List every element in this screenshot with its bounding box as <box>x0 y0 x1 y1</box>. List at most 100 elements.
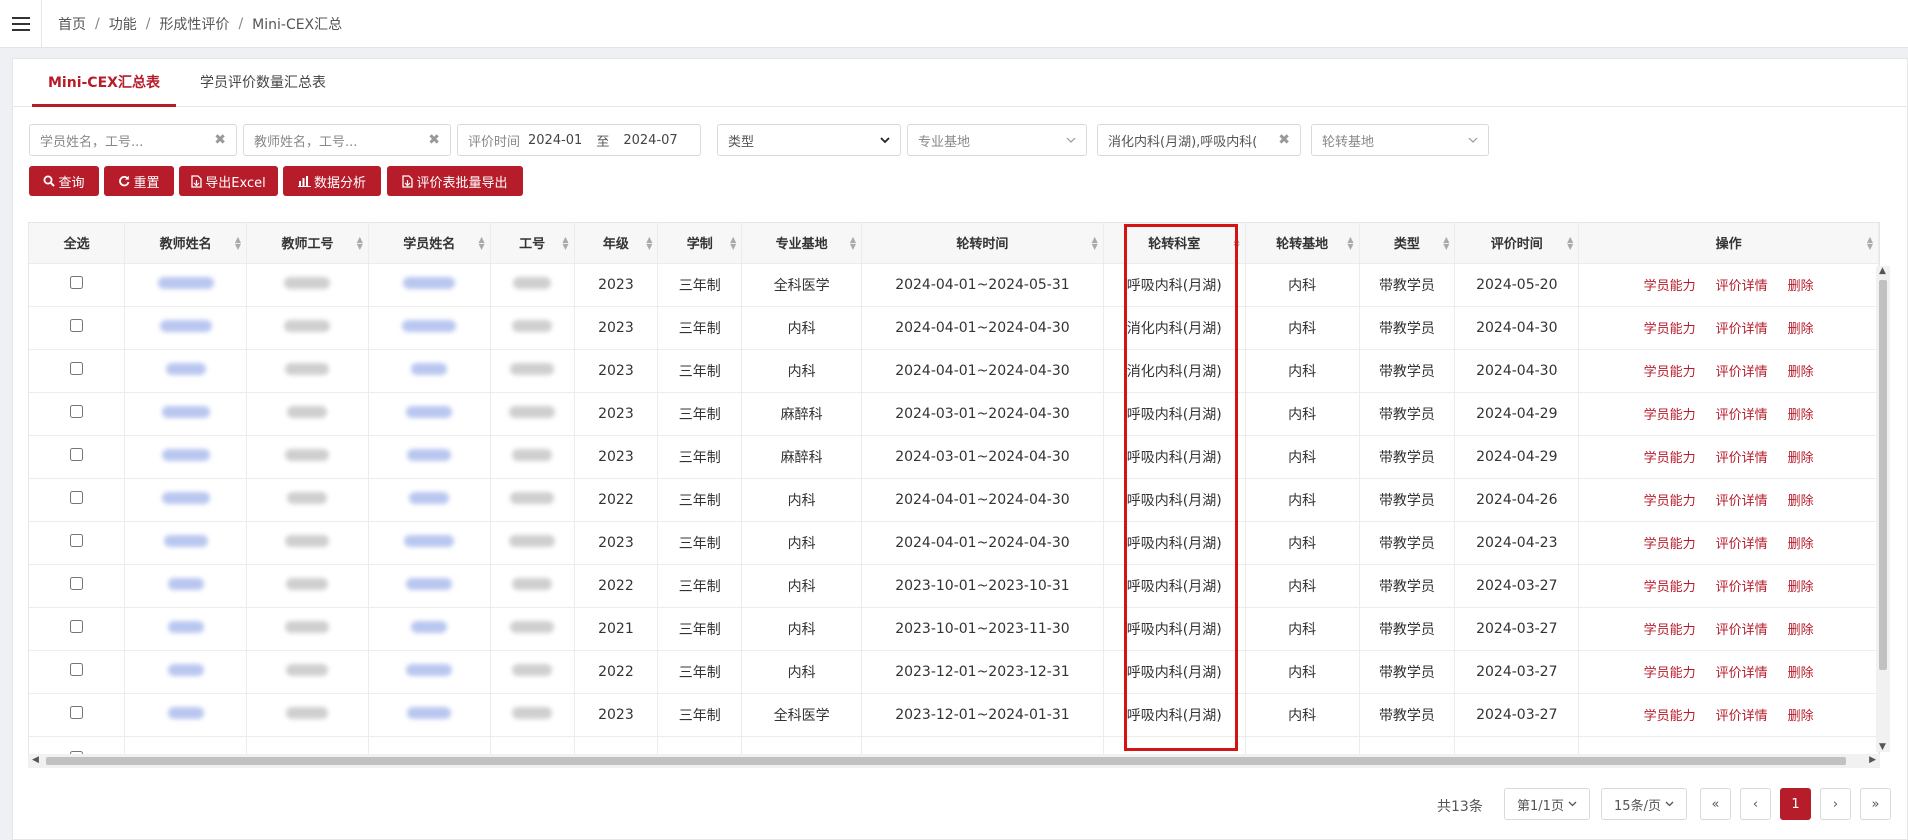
student-ability-link[interactable]: 学员能力 <box>1644 451 1696 466</box>
header-rotation-period[interactable]: 轮转时间 ▲ ▼ <box>861 223 1104 264</box>
redacted-student-name[interactable] <box>406 663 453 676</box>
delete-link[interactable]: 删除 <box>1788 365 1814 380</box>
sort-icon[interactable]: ▲ ▼ <box>850 236 856 251</box>
teacher-name-cell[interactable] <box>124 478 248 522</box>
data-analysis-button[interactable]: 数据分析 <box>283 166 381 196</box>
vertical-scrollbar[interactable]: ▲ ▼ <box>1876 266 1890 752</box>
redacted-student-name[interactable] <box>411 362 448 375</box>
professional-base-select[interactable]: 专业基地 <box>907 124 1087 156</box>
table-row[interactable]: 2022 三年制 内科 2023-10-01~2023-10-31 呼吸内科(月湖) 内科… <box>29 564 1879 608</box>
sort-icon[interactable]: ▲ ▼ <box>646 236 652 251</box>
teacher-name-cell[interactable] <box>124 521 248 565</box>
redacted-student-name[interactable] <box>403 276 456 289</box>
student-ability-link[interactable]: 学员能力 <box>1644 279 1696 294</box>
clear-icon[interactable]: ✖ <box>1278 132 1290 148</box>
sort-icon[interactable]: ▲ ▼ <box>235 236 241 251</box>
row-checkbox[interactable] <box>70 362 84 375</box>
teacher-name-cell[interactable] <box>124 263 248 307</box>
delete-link[interactable]: 删除 <box>1788 623 1814 638</box>
eval-detail-link[interactable]: 评价详情 <box>1716 494 1768 509</box>
redacted-teacher-name[interactable] <box>161 491 210 504</box>
student-name-cell[interactable] <box>368 693 491 737</box>
student-name-cell[interactable] <box>368 349 491 393</box>
sort-icon[interactable]: ▲ ▼ <box>1234 236 1240 251</box>
first-page-button[interactable]: « <box>1700 788 1731 820</box>
tab-student-eval-count[interactable]: 学员评价数量汇总表 <box>184 59 342 107</box>
breadcrumb-function[interactable]: 功能 <box>109 14 137 34</box>
header-professional-base[interactable]: 专业基地 ▲ ▼ <box>741 223 863 264</box>
delete-link[interactable]: 删除 <box>1788 322 1814 337</box>
row-checkbox[interactable] <box>70 534 84 547</box>
eval-detail-link[interactable]: 评价详情 <box>1716 279 1768 294</box>
teacher-name-cell[interactable] <box>124 349 248 393</box>
eval-detail-link[interactable]: 评价详情 <box>1716 322 1768 337</box>
table-row[interactable]: 2022 三年制 内科 2023-12-01~2023-12-31 呼吸内科(月湖) 内科… <box>29 650 1879 694</box>
teacher-name-cell[interactable] <box>124 435 248 479</box>
teacher-name-cell[interactable] <box>124 392 248 436</box>
redacted-student-name[interactable] <box>407 448 452 461</box>
student-name-cell[interactable] <box>368 392 491 436</box>
delete-link[interactable]: 删除 <box>1788 709 1814 724</box>
delete-link[interactable]: 删除 <box>1788 537 1814 552</box>
export-excel-button[interactable]: 导出Excel <box>179 166 278 196</box>
student-ability-link[interactable]: 学员能力 <box>1644 322 1696 337</box>
redacted-teacher-name[interactable] <box>161 448 210 461</box>
sort-icon[interactable]: ▲ ▼ <box>1867 236 1873 251</box>
header-select-all[interactable]: 全选 <box>29 223 126 264</box>
prev-page-button[interactable]: ‹ <box>1740 788 1771 820</box>
teacher-name-cell[interactable] <box>124 564 248 608</box>
eval-detail-link[interactable]: 评价详情 <box>1716 709 1768 724</box>
header-eval-date[interactable]: 评价时间 ▲ ▼ <box>1454 223 1580 264</box>
redacted-teacher-name[interactable] <box>157 276 214 289</box>
student-name-cell[interactable] <box>368 564 491 608</box>
reset-button[interactable]: 重置 <box>104 166 174 196</box>
delete-link[interactable]: 删除 <box>1788 666 1814 681</box>
sort-icon[interactable]: ▲ ▼ <box>730 236 736 251</box>
redacted-teacher-name[interactable] <box>165 362 206 375</box>
row-checkbox[interactable] <box>70 620 84 633</box>
scroll-up-icon[interactable]: ▲ <box>1879 266 1886 276</box>
scrollbar-thumb[interactable] <box>46 757 1846 765</box>
query-button[interactable]: 查询 <box>29 166 99 196</box>
scroll-down-icon[interactable]: ▼ <box>1879 742 1886 752</box>
student-name-cell[interactable] <box>368 306 491 350</box>
delete-link[interactable]: 删除 <box>1788 451 1814 466</box>
student-ability-link[interactable]: 学员能力 <box>1644 623 1696 638</box>
teacher-name-cell[interactable] <box>124 650 248 694</box>
header-teacher-id[interactable]: 教师工号 ▲ ▼ <box>246 223 369 264</box>
redacted-teacher-name[interactable] <box>159 319 212 332</box>
table-row[interactable]: 2023 三年制 全科医学 2023-12-01~2024-01-31 呼吸内科(月湖)… <box>29 693 1879 737</box>
table-row[interactable]: 2023 三年制 内科 2024-04-01~2024-04-30 消化内科(月湖) 内科… <box>29 306 1879 350</box>
redacted-student-name[interactable] <box>404 534 455 547</box>
table-row[interactable]: 2023 三年制 麻醉科 2024-03-01~2024-04-30 呼吸内科(月湖) 内… <box>29 392 1879 436</box>
student-search-input[interactable]: 学员姓名，工号... ✖ <box>29 124 237 156</box>
header-rotation-dept[interactable]: 轮转科室 ▲ ▼ <box>1103 223 1246 264</box>
menu-toggle-button[interactable] <box>0 0 42 48</box>
student-name-cell[interactable] <box>368 435 491 479</box>
table-row[interactable]: 2023 三年制 内科 2024-04-01~2024-04-30 消化内科(月湖) 内科… <box>29 349 1879 393</box>
header-student-id[interactable]: 工号 ▲ ▼ <box>490 223 575 264</box>
scroll-left-icon[interactable]: ◀ <box>32 755 39 765</box>
student-ability-link[interactable]: 学员能力 <box>1644 365 1696 380</box>
tab-mini-cex-summary[interactable]: Mini-CEX汇总表 <box>32 59 176 107</box>
eval-detail-link[interactable]: 评价详情 <box>1716 451 1768 466</box>
header-type[interactable]: 类型 ▲ ▼ <box>1359 223 1456 264</box>
row-checkbox[interactable] <box>70 577 84 590</box>
sort-icon[interactable]: ▲ ▼ <box>562 236 568 251</box>
page-size-select[interactable]: 15条/页 <box>1601 788 1687 820</box>
sort-icon[interactable]: ▲ ▼ <box>357 236 363 251</box>
eval-detail-link[interactable]: 评价详情 <box>1716 666 1768 681</box>
eval-detail-link[interactable]: 评价详情 <box>1716 537 1768 552</box>
row-checkbox[interactable] <box>70 706 84 719</box>
type-select[interactable]: 类型 <box>717 124 901 156</box>
clear-icon[interactable]: ✖ <box>428 132 440 148</box>
student-ability-link[interactable]: 学员能力 <box>1644 494 1696 509</box>
student-name-cell[interactable] <box>368 263 491 307</box>
last-page-button[interactable]: » <box>1860 788 1891 820</box>
row-checkbox[interactable] <box>70 276 84 289</box>
header-rotation-base[interactable]: 轮转基地 ▲ ▼ <box>1245 223 1360 264</box>
redacted-student-name[interactable] <box>411 620 448 633</box>
teacher-name-cell[interactable] <box>124 693 248 737</box>
redacted-teacher-name[interactable] <box>167 663 204 676</box>
delete-link[interactable]: 删除 <box>1788 494 1814 509</box>
